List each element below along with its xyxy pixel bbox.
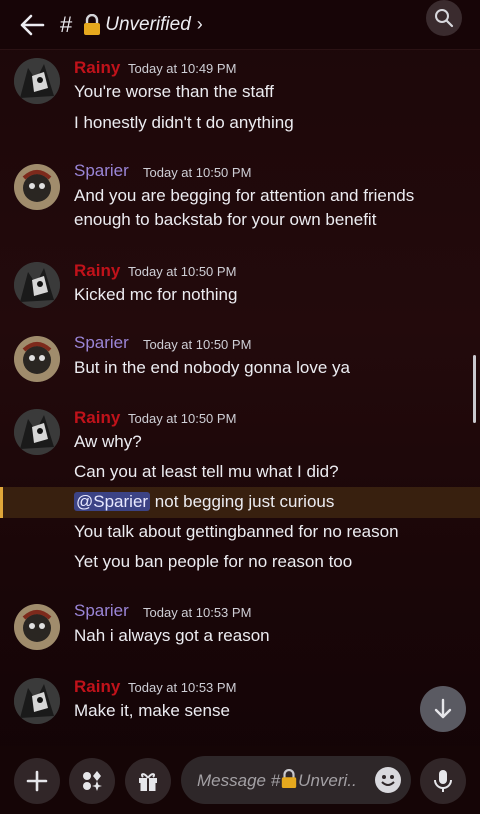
timestamp: Today at 10:50 PM: [128, 264, 237, 279]
avatar[interactable]: [14, 604, 60, 650]
avatar[interactable]: [14, 678, 60, 724]
lock-icon: [82, 13, 102, 36]
add-attachment-button[interactable]: [14, 758, 60, 804]
message-text: Kicked mc for nothing: [74, 285, 238, 304]
timestamp: Today at 10:50 PM: [143, 337, 252, 352]
username[interactable]: Sparier: [74, 333, 129, 353]
lock-icon: [281, 768, 297, 788]
timestamp: Today at 10:53 PM: [143, 605, 252, 620]
gift-button[interactable]: [125, 758, 171, 804]
arrow-down-icon: [434, 698, 452, 719]
message-text: I honestly didn't t do anything: [74, 113, 294, 132]
username[interactable]: Rainy: [74, 261, 120, 281]
username[interactable]: Rainy: [74, 677, 120, 697]
message-text: Nah i always got a reason: [74, 626, 270, 645]
message-text: But in the end nobody gonna love ya: [74, 358, 350, 377]
message-placeholder: Message # Unveri..: [197, 768, 357, 790]
search-button[interactable]: [426, 0, 462, 36]
message-text-with-mention: @Sparier not begging just curious: [74, 492, 334, 512]
message-text: Make it, make sense: [74, 701, 230, 720]
emoji-button[interactable]: [375, 767, 401, 793]
message-text: Aw why?: [74, 432, 142, 451]
avatar[interactable]: [14, 336, 60, 382]
search-icon: [435, 9, 454, 28]
avatar[interactable]: [14, 58, 60, 104]
message-text: not begging just curious: [150, 492, 335, 511]
username[interactable]: Sparier: [74, 601, 129, 621]
gift-icon: [139, 773, 157, 791]
message-list[interactable]: Rainy Today at 10:49 PM You're worse tha…: [0, 50, 480, 744]
message-text: Yet you ban people for no reason too: [74, 552, 353, 571]
voice-message-button[interactable]: [420, 758, 466, 804]
apps-icon: [83, 771, 102, 791]
avatar[interactable]: [14, 164, 60, 210]
message-text: And you are begging for attention and fr…: [74, 186, 415, 205]
chevron-right-icon[interactable]: ›: [197, 14, 203, 35]
message-text: enough to backstab for your own benefit: [74, 210, 377, 229]
channel-header: # Unverified ›: [0, 0, 480, 50]
emoji-icon: [381, 775, 395, 786]
message-text: Can you at least tell mu what I did?: [74, 462, 339, 481]
timestamp: Today at 10:50 PM: [128, 411, 237, 426]
message-composer: Message # Unveri..: [0, 746, 480, 814]
jump-to-bottom-button[interactable]: [420, 686, 466, 732]
apps-button[interactable]: [69, 758, 115, 804]
username[interactable]: Rainy: [74, 58, 120, 78]
plus-icon: [26, 770, 48, 792]
avatar[interactable]: [14, 409, 60, 455]
timestamp: Today at 10:50 PM: [143, 165, 252, 180]
back-arrow-icon[interactable]: [18, 11, 46, 39]
username[interactable]: Rainy: [74, 408, 120, 428]
message-input[interactable]: Message # Unveri..: [181, 756, 411, 804]
timestamp: Today at 10:49 PM: [128, 61, 237, 76]
message-text: You talk about gettingbanned for no reas…: [74, 522, 399, 541]
user-mention[interactable]: @Sparier: [74, 492, 151, 511]
channel-hash-icon: #: [60, 11, 73, 37]
timestamp: Today at 10:53 PM: [128, 680, 237, 695]
microphone-icon: [434, 770, 452, 792]
username[interactable]: Sparier: [74, 161, 129, 181]
scrollbar[interactable]: [473, 355, 476, 423]
message-text: You're worse than the staff: [74, 82, 274, 101]
channel-title[interactable]: Unverified: [105, 14, 191, 36]
avatar[interactable]: [14, 262, 60, 308]
